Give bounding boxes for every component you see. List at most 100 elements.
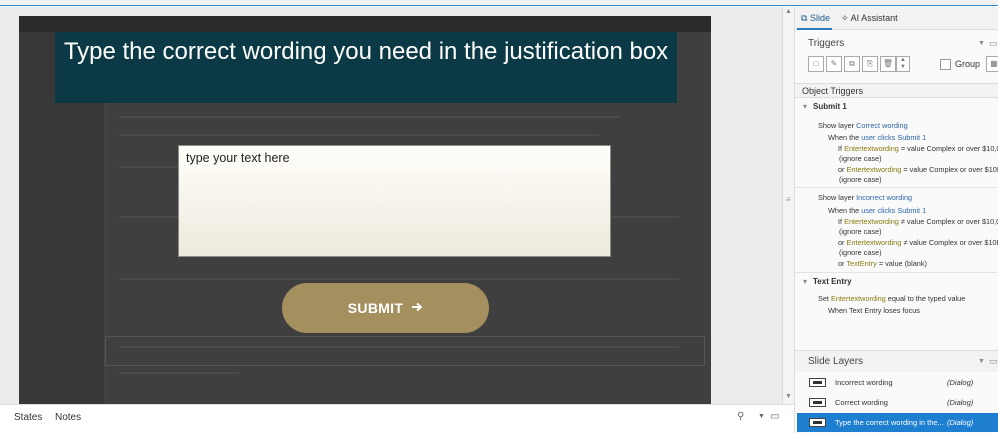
trigger-condition: or TextEntry = value (blank) bbox=[838, 259, 927, 268]
trigger-text: = value bbox=[903, 165, 928, 174]
trigger-when: When the user clicks Submit 1 bbox=[828, 206, 926, 215]
trigger-group-text-entry[interactable]: ▾ Text Entry bbox=[803, 277, 852, 286]
trigger-target-link[interactable]: Submit 1 bbox=[897, 206, 926, 215]
slide-canvas: Type the correct wording you need in the… bbox=[19, 16, 711, 404]
tab-ai-assistant-label: AI Assistant bbox=[850, 13, 898, 23]
layer-thumbnail bbox=[809, 418, 826, 427]
trigger-target-link[interactable]: Submit 1 bbox=[897, 133, 926, 142]
trigger-condition-case: (ignore case) bbox=[839, 227, 882, 236]
trigger-set-variable[interactable]: Set Entertextwording equal to the typed … bbox=[818, 294, 965, 303]
instruction-title: Type the correct wording you need in the… bbox=[55, 32, 677, 103]
tab-states[interactable]: States bbox=[14, 412, 42, 423]
copy-trigger-icon[interactable]: ⧉ bbox=[844, 56, 860, 72]
background-box bbox=[105, 336, 705, 366]
layers-undock-icon[interactable]: ▭ bbox=[989, 356, 998, 367]
tab-slide-label: Slide bbox=[809, 13, 830, 23]
layer-thumbnail bbox=[809, 398, 826, 407]
slide-stage: Type the correct wording you need in the… bbox=[0, 7, 782, 404]
timeline-icon[interactable]: ⚲ bbox=[737, 411, 744, 422]
trigger-text: = value bbox=[900, 144, 925, 153]
trigger-text: Complex or over $10K bbox=[928, 238, 998, 247]
trigger-text: or bbox=[838, 259, 845, 268]
trigger-condition-case: (ignore case) bbox=[839, 154, 882, 163]
triggers-collapse-icon[interactable]: ▼ bbox=[978, 40, 985, 47]
trigger-condition: or Entertextwording = value Complex or o… bbox=[838, 165, 998, 174]
triggers-undock-icon[interactable]: ▭ bbox=[989, 38, 998, 49]
sparkle-icon: ✧ bbox=[841, 13, 849, 23]
trigger-text: equal to the typed value bbox=[887, 294, 966, 303]
undock-icon[interactable]: ▭ bbox=[770, 411, 779, 422]
move-trigger-icon[interactable]: ▲ ▼ bbox=[896, 56, 910, 72]
trigger-event-link[interactable]: user clicks bbox=[861, 133, 895, 142]
trigger-text: ≠ value bbox=[903, 238, 927, 247]
stage-scrollbar[interactable]: ▲ ≡ ▼ bbox=[782, 7, 794, 404]
trigger-group-text-entry-label: Text Entry bbox=[813, 277, 852, 286]
arrow-right-icon bbox=[411, 300, 423, 316]
layer-row-type-correct-wording[interactable]: Type the correct wording in the... (Dial… bbox=[797, 413, 998, 432]
trigger-text: Complex or over $10K bbox=[929, 165, 998, 174]
triggers-title: Triggers bbox=[808, 38, 845, 49]
tab-notes[interactable]: Notes bbox=[55, 412, 81, 423]
trigger-layer-link[interactable]: Correct wording bbox=[856, 121, 908, 130]
scroll-grip-icon[interactable]: ≡ bbox=[786, 195, 791, 205]
trigger-text: ≠ value bbox=[900, 217, 925, 226]
trigger-when: When the user clicks Submit 1 bbox=[828, 133, 926, 142]
layers-collapse-icon[interactable]: ▼ bbox=[978, 358, 985, 365]
background-line bbox=[119, 372, 239, 374]
variable-link[interactable]: Entertextwording bbox=[844, 217, 899, 226]
trigger-text: or bbox=[838, 238, 845, 247]
trigger-condition: If Entertextwording ≠ value Complex or o… bbox=[838, 217, 998, 226]
background-line bbox=[119, 116, 619, 118]
layer-name: Correct wording bbox=[835, 398, 888, 407]
variable-link[interactable]: Entertextwording bbox=[844, 144, 899, 153]
trigger-show-incorrect[interactable]: Show layer Incorrect wording bbox=[818, 193, 912, 202]
scroll-up-icon[interactable]: ▲ bbox=[785, 8, 792, 15]
submit-button[interactable]: SUBMIT bbox=[282, 283, 489, 333]
trigger-text: Show layer bbox=[818, 193, 855, 202]
tab-slide[interactable]: ⧉ Slide bbox=[801, 13, 830, 24]
trigger-condition-case: (ignore case) bbox=[839, 248, 882, 257]
trigger-condition-case: (ignore case) bbox=[839, 175, 882, 184]
divider bbox=[795, 272, 998, 273]
collapse-caret-icon[interactable]: ▾ bbox=[803, 102, 807, 111]
layer-type: (Dialog) bbox=[947, 378, 974, 387]
variable-link[interactable]: Entertextwording bbox=[831, 294, 886, 303]
variable-link[interactable]: Entertextwording bbox=[847, 238, 902, 247]
variable-link[interactable]: TextEntry bbox=[846, 259, 876, 268]
background-line bbox=[119, 134, 599, 136]
trigger-text: (blank) bbox=[904, 259, 927, 268]
slide-layers-header: Slide Layers ▼ ▭ bbox=[795, 350, 998, 372]
object-triggers-header: Object Triggers bbox=[795, 83, 998, 98]
trigger-when: When Text Entry loses focus bbox=[828, 306, 920, 315]
divider bbox=[795, 187, 998, 188]
layer-thumbnail bbox=[809, 378, 826, 387]
trigger-text: When the bbox=[828, 133, 860, 142]
active-tab-indicator bbox=[797, 28, 832, 30]
trigger-text: If bbox=[838, 217, 843, 226]
trigger-text: Set bbox=[818, 294, 829, 303]
trigger-event-link[interactable]: user clicks bbox=[861, 206, 895, 215]
layer-type: (Dialog) bbox=[947, 418, 974, 427]
collapse-caret-icon[interactable]: ▾ bbox=[803, 277, 807, 286]
edit-trigger-icon[interactable]: ✎ bbox=[826, 56, 842, 72]
layer-row-correct[interactable]: Correct wording (Dialog) bbox=[797, 393, 998, 412]
trigger-text: Complex or over $10,0 bbox=[926, 217, 998, 226]
layer-name: Incorrect wording bbox=[835, 378, 893, 387]
paste-trigger-icon[interactable]: ⎘ bbox=[862, 56, 878, 72]
scroll-down-icon[interactable]: ▼ bbox=[785, 393, 792, 400]
delete-trigger-icon[interactable]: 🗑 bbox=[880, 56, 896, 72]
new-trigger-icon[interactable]: □ bbox=[808, 56, 824, 72]
trigger-text: or bbox=[838, 165, 845, 174]
trigger-layer-link[interactable]: Incorrect wording bbox=[856, 193, 912, 202]
variable-link[interactable]: Entertextwording bbox=[847, 165, 902, 174]
trigger-group-submit1[interactable]: ▾ Submit 1 bbox=[803, 102, 847, 111]
tab-ai-assistant[interactable]: ✧ AI Assistant bbox=[841, 13, 898, 24]
text-entry-field[interactable]: type your text here bbox=[178, 145, 611, 257]
slide-layers-title: Slide Layers bbox=[808, 356, 864, 367]
calendar-icon[interactable]: ▦ bbox=[986, 56, 998, 72]
trigger-show-correct[interactable]: Show layer Correct wording bbox=[818, 121, 908, 130]
layer-type: (Dialog) bbox=[947, 398, 974, 407]
layer-row-incorrect[interactable]: Incorrect wording (Dialog) bbox=[797, 373, 998, 392]
chevron-down-icon[interactable]: ▼ bbox=[758, 413, 765, 420]
group-checkbox[interactable] bbox=[940, 59, 951, 70]
